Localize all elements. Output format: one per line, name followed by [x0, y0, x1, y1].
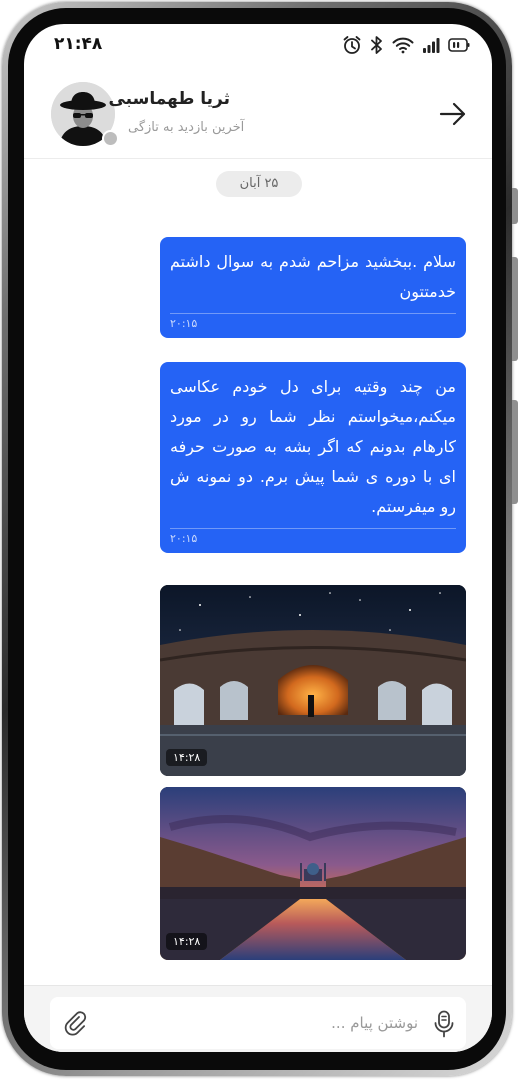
- arrow-right-icon: [438, 102, 468, 132]
- date-divider: ۲۵ آبان: [216, 171, 302, 197]
- signal-icon: [422, 36, 440, 54]
- image-message[interactable]: ۱۴:۲۸: [160, 585, 466, 776]
- message-composer: [50, 997, 466, 1049]
- status-bar: ۲۱:۴۸: [24, 24, 492, 70]
- volume-up-button: [512, 188, 518, 224]
- phone-screen: ۲۱:۴۸ ثریا طهماسبی آخرین بازدید به تازگی…: [24, 24, 492, 1052]
- status-time: ۲۱:۴۸: [54, 34, 103, 54]
- image-message[interactable]: ۱۴:۲۸: [160, 787, 466, 960]
- image-time: ۱۴:۲۸: [166, 749, 208, 766]
- night-ruins-photo: [160, 585, 466, 776]
- message-input[interactable]: [110, 1007, 420, 1039]
- wifi-icon: [392, 36, 414, 54]
- alarm-icon: [342, 35, 362, 55]
- message-text: من چند وقتیه برای دل خودم عکاسی میکنم،می…: [170, 377, 456, 516]
- contact-name: ثریا طهماسبی: [108, 89, 230, 109]
- last-seen-status: آخرین بازدید به تازگی: [128, 120, 245, 135]
- attach-button[interactable]: [62, 1009, 90, 1037]
- bluetooth-icon: [370, 35, 384, 55]
- message-time: ۲۰:۱۵: [170, 532, 198, 545]
- status-icons: [342, 33, 470, 57]
- message-time: ۲۰:۱۵: [170, 317, 198, 330]
- back-button[interactable]: [438, 100, 468, 128]
- voice-record-button[interactable]: [434, 1010, 454, 1038]
- message-list[interactable]: ۲۵ آبان سلام .ببخشید مزاحم شدم به سوال د…: [24, 159, 492, 985]
- message-bubble[interactable]: من چند وقتیه برای دل خودم عکاسی میکنم،می…: [160, 362, 466, 553]
- message-text: سلام .ببخشید مزاحم شدم به سوال داشتم خدم…: [170, 252, 456, 301]
- attachment-icon: [62, 1011, 90, 1041]
- chat-header: ثریا طهماسبی آخرین بازدید به تازگی: [24, 70, 492, 159]
- volume-down-button: [512, 257, 518, 361]
- image-time: ۱۴:۲۸: [166, 933, 208, 950]
- message-bubble[interactable]: سلام .ببخشید مزاحم شدم به سوال داشتم خدم…: [160, 237, 466, 338]
- battery-icon: [448, 37, 470, 53]
- presence-indicator: [102, 130, 119, 147]
- microphone-icon: [434, 1010, 454, 1042]
- power-button: [512, 400, 518, 504]
